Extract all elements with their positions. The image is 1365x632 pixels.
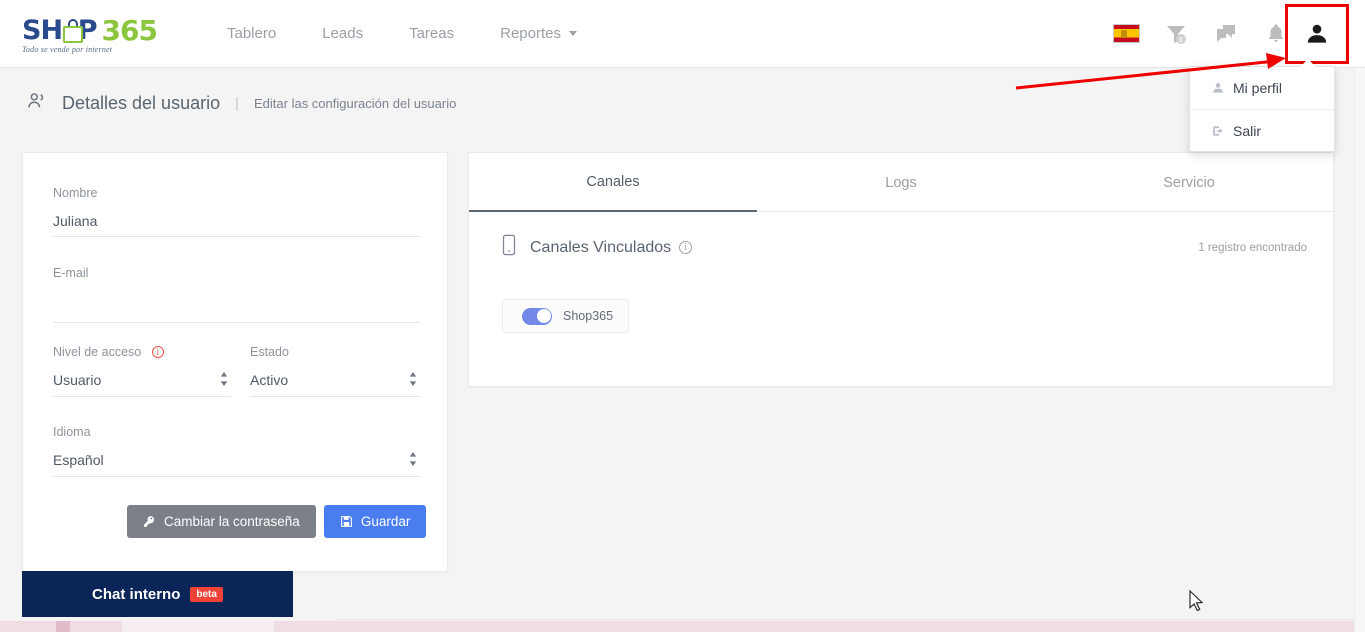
chat-bubbles-glyph <box>1217 24 1235 42</box>
logo-text-sh: SH <box>22 14 63 46</box>
tab-label: Canales <box>586 173 640 190</box>
chat-icon[interactable] <box>1201 1 1251 67</box>
page-scrollbar[interactable] <box>1354 68 1365 632</box>
field-group-nombre: Nombre <box>53 186 420 237</box>
person-icon <box>1211 81 1233 95</box>
app-root: SH P 365 Todo se vende por internet Tabl… <box>0 0 1365 632</box>
user-account-icon[interactable] <box>1285 4 1349 64</box>
menu-item-salir[interactable]: Salir <box>1190 109 1334 151</box>
mobile-phone-icon <box>501 234 517 261</box>
name-input[interactable] <box>53 211 420 237</box>
channels-card: Canales Logs Servicio Canales Vinculados… <box>468 152 1334 387</box>
svg-text:$: $ <box>1179 37 1183 44</box>
nav-label: Tablero <box>227 25 277 42</box>
channel-label: Shop365 <box>563 309 614 323</box>
logo-wordmark: SH P 365 <box>22 13 158 47</box>
internal-chat-bar[interactable]: Chat interno beta <box>22 571 293 617</box>
access-level-select[interactable]: Usuario <box>53 370 231 396</box>
menu-item-mi-perfil[interactable]: Mi perfil <box>1190 67 1334 109</box>
menu-item-label: Mi perfil <box>1233 80 1283 96</box>
tab-label: Logs <box>885 174 917 191</box>
bottom-taskbar-strip <box>0 621 1365 632</box>
bell-glyph <box>1268 24 1284 42</box>
sales-funnel-icon[interactable]: $ <box>1151 1 1201 67</box>
shopping-bag-icon <box>62 18 84 43</box>
users-icon <box>26 90 48 117</box>
form-actions: Cambiar la contraseña Guardar <box>127 505 427 538</box>
footer-divider <box>336 619 1365 620</box>
language-select-wrap: Español <box>53 450 420 477</box>
beta-badge: beta <box>190 586 223 602</box>
info-icon[interactable]: i <box>679 241 693 254</box>
user-details-card: Nombre E-mail Nivel de acceso i Usuario <box>22 152 448 572</box>
page-header: Detalles del usuario | Editar las config… <box>0 68 1365 138</box>
nav-item-tareas[interactable]: Tareas <box>386 1 477 67</box>
save-disk-icon <box>340 516 352 527</box>
access-level-select-wrap: Usuario <box>53 370 231 397</box>
user-account-dropdown: Mi perfil Salir <box>1189 59 1335 152</box>
field-group-estado: Estado Activo <box>250 345 420 397</box>
funnel-glyph: $ <box>1167 25 1186 44</box>
status-select-wrap: Activo <box>250 370 420 397</box>
top-navigation-bar: SH P 365 Todo se vende por internet Tabl… <box>0 0 1365 68</box>
page-subtitle: Editar las configuración del usuario <box>254 95 457 111</box>
field-label-estado: Estado <box>250 345 289 359</box>
panel-header: Canales Vinculados i 1 registro encontra… <box>469 212 1333 261</box>
logo-tagline: Todo se vende por internet <box>22 44 113 54</box>
nav-label: Tareas <box>409 25 455 42</box>
mouse-cursor <box>1189 590 1204 612</box>
dropdown-caret-icon <box>1300 59 1316 67</box>
key-icon <box>144 516 155 527</box>
info-icon[interactable]: i <box>151 346 164 358</box>
field-group-idioma: Idioma Español <box>53 425 420 477</box>
field-label-nivel-acceso: Nivel de acceso i <box>53 345 231 359</box>
chat-label: Chat interno <box>92 585 181 603</box>
nav-label: Leads <box>322 25 364 42</box>
tab-label: Servicio <box>1163 174 1215 191</box>
chevron-down-icon <box>568 31 577 36</box>
person-glyph <box>1307 24 1327 43</box>
tab-logs[interactable]: Logs <box>757 153 1045 212</box>
record-count-label: 1 registro encontrado <box>1198 241 1307 254</box>
label-text: Nivel de acceso <box>53 345 142 359</box>
change-password-button[interactable]: Cambiar la contraseña <box>127 505 316 538</box>
field-group-email: E-mail <box>53 266 420 323</box>
flag-spain-icon[interactable] <box>1101 1 1151 67</box>
status-select[interactable]: Activo <box>250 370 420 396</box>
nav-item-reportes[interactable]: Reportes <box>477 1 600 67</box>
tab-canales[interactable]: Canales <box>469 153 757 212</box>
nav-item-leads[interactable]: Leads <box>299 1 386 67</box>
save-button[interactable]: Guardar <box>323 505 427 538</box>
page-title: Detalles del usuario <box>62 92 221 113</box>
logo-text-365: 365 <box>101 13 158 47</box>
nav-item-tablero[interactable]: Tablero <box>204 1 299 67</box>
button-label: Cambiar la contraseña <box>164 514 300 529</box>
tab-servicio[interactable]: Servicio <box>1045 153 1333 212</box>
shop365-logo[interactable]: SH P 365 Todo se vende por internet <box>22 11 158 57</box>
button-label: Guardar <box>360 514 411 529</box>
language-select[interactable]: Español <box>53 450 420 476</box>
tab-bar: Canales Logs Servicio <box>469 153 1333 212</box>
field-label-nombre: Nombre <box>53 186 98 200</box>
menu-item-label: Salir <box>1233 122 1262 139</box>
nav-label: Reportes <box>500 25 561 42</box>
field-label-idioma: Idioma <box>53 425 91 439</box>
field-label-email: E-mail <box>53 266 89 280</box>
logout-icon <box>1211 124 1233 138</box>
channel-item-shop365[interactable]: Shop365 <box>502 299 629 333</box>
header-divider: | <box>235 94 239 112</box>
channel-toggle[interactable] <box>522 307 552 325</box>
main-menu: Tablero Leads Tareas Reportes <box>204 1 600 67</box>
panel-title: Canales Vinculados <box>530 238 672 256</box>
field-group-nivel-acceso: Nivel de acceso i Usuario <box>53 345 231 397</box>
email-input[interactable] <box>53 291 420 323</box>
